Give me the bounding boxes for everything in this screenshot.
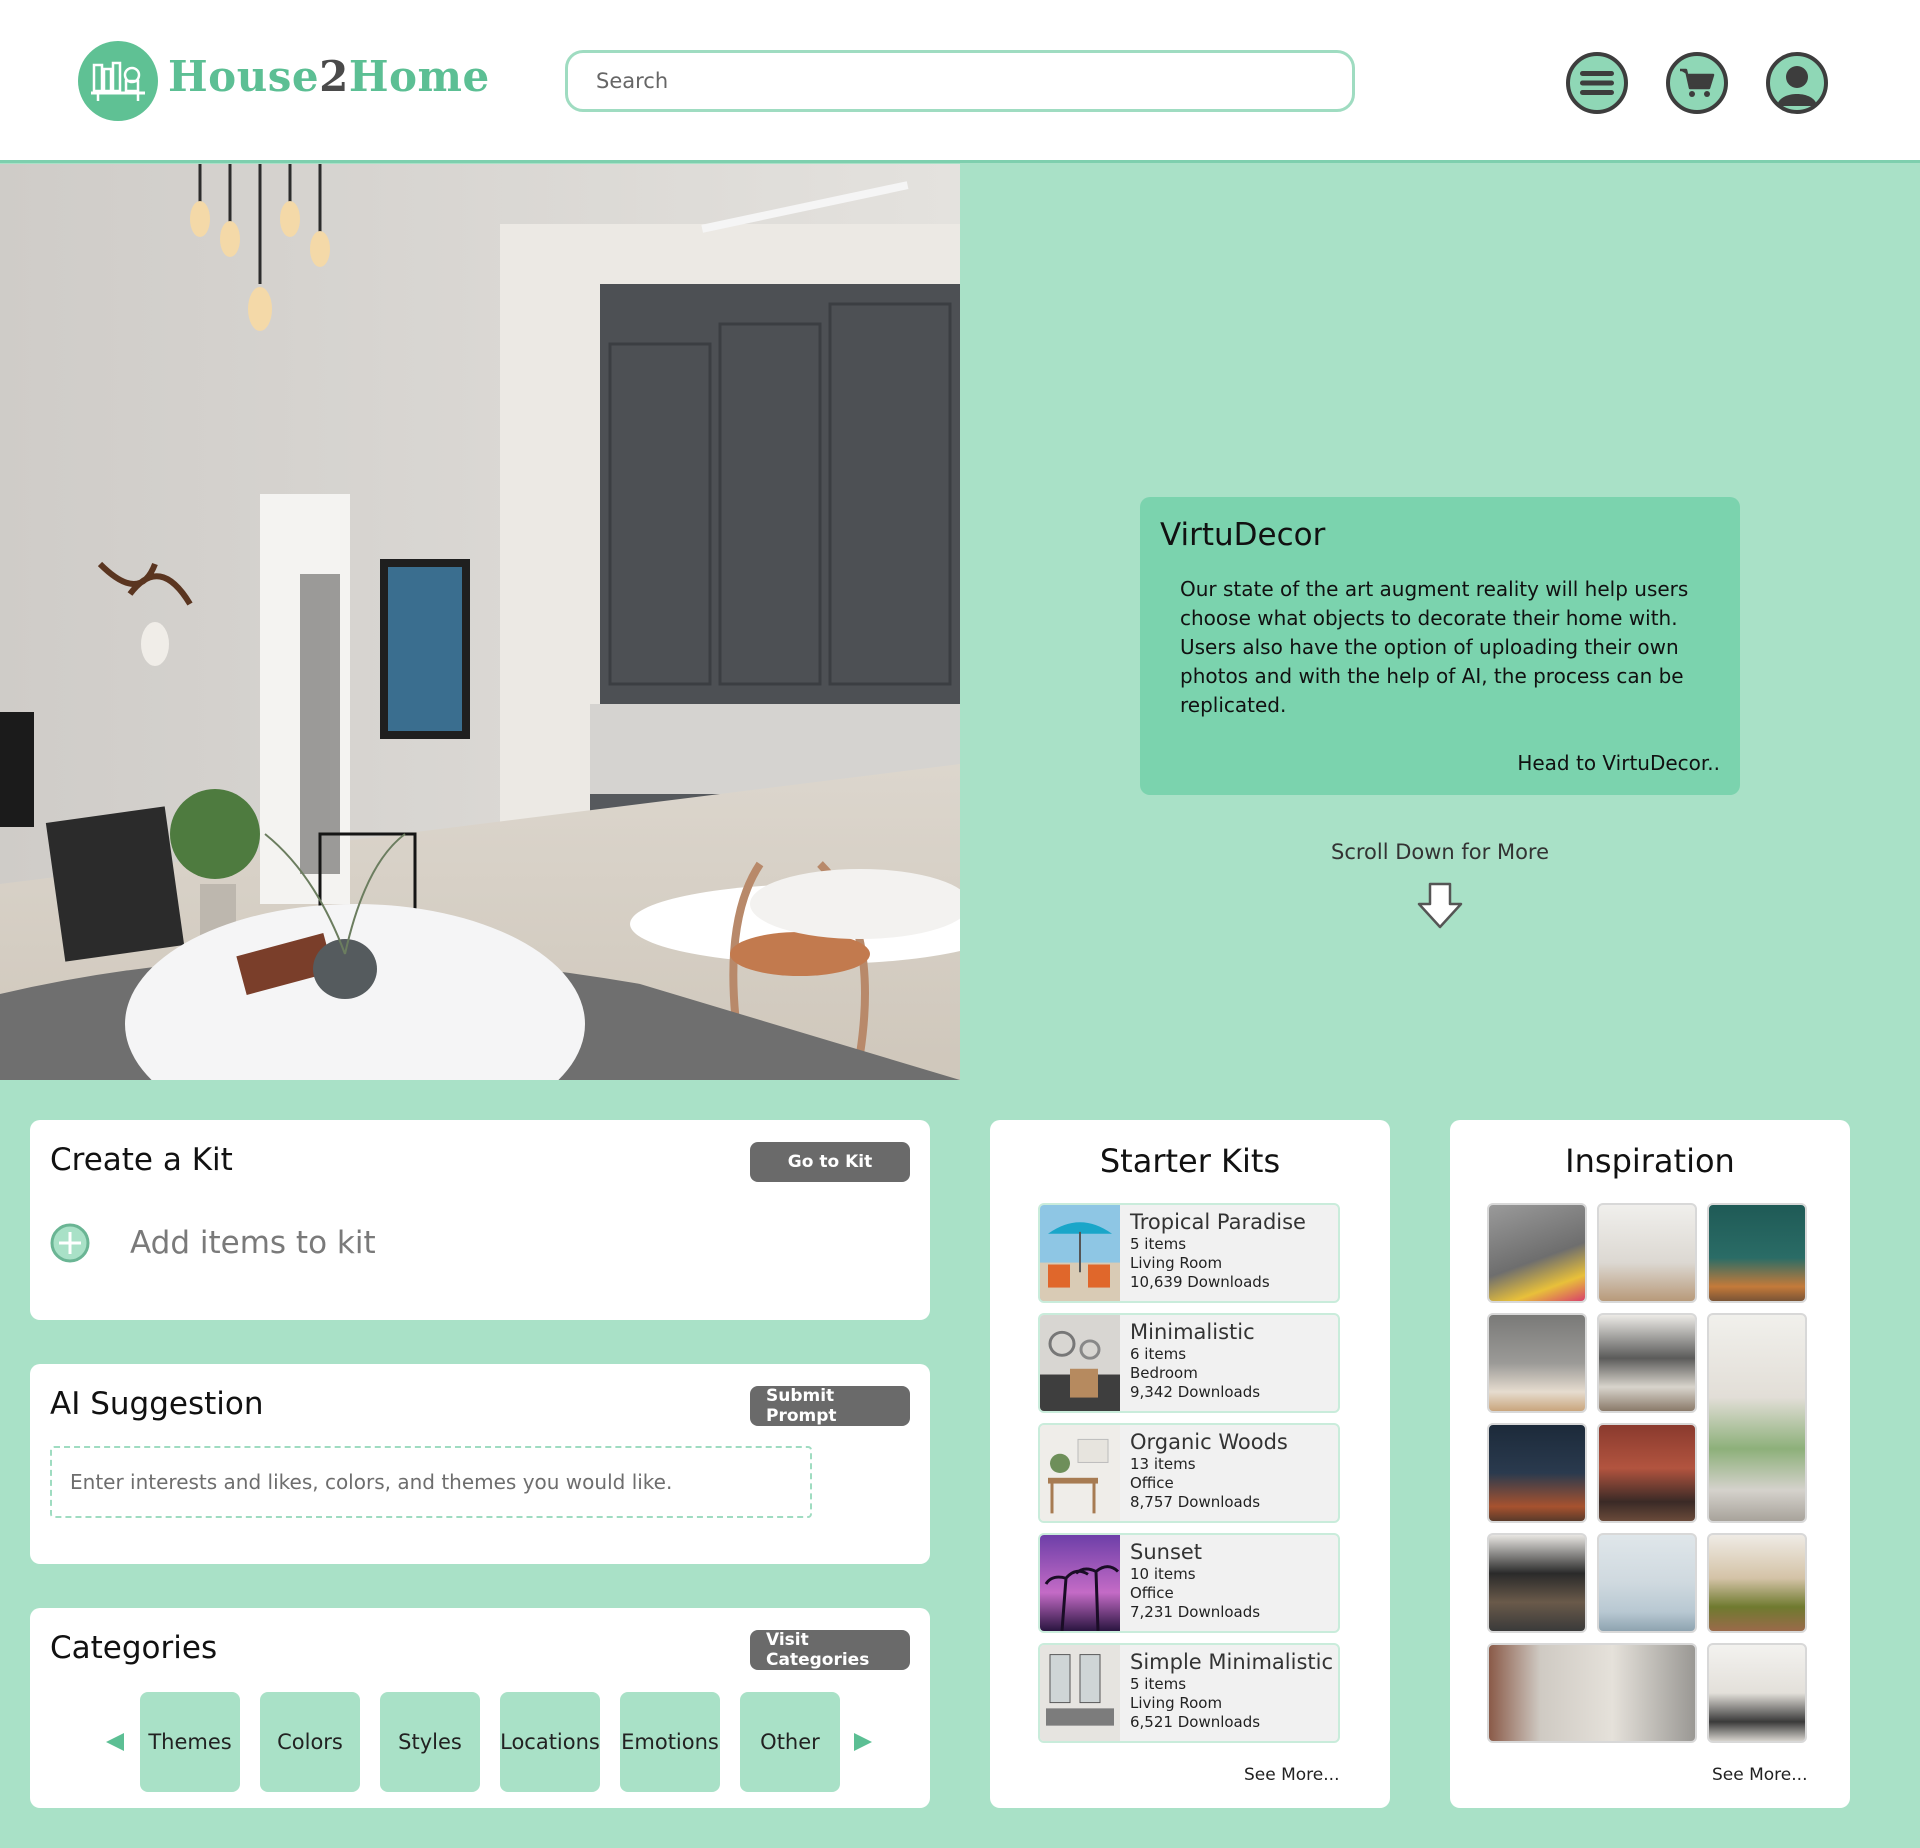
starter-kits-title: Starter Kits [1099,1142,1281,1180]
scroll-hint: Scroll Down for More [1330,840,1550,864]
category-other[interactable]: Other [740,1692,840,1792]
starter-kits-panel: Starter Kits Tropical Paradise 5 items L… [990,1120,1390,1808]
kit-room: Office [1130,1474,1174,1492]
visit-categories-button[interactable]: Visit Categories [750,1630,910,1670]
categories-title: Categories [50,1630,218,1666]
category-colors[interactable]: Colors [260,1692,360,1792]
category-locations[interactable]: Locations [500,1692,600,1792]
inspiration-image[interactable] [1597,1203,1697,1303]
category-emotions[interactable]: Emotions [620,1692,720,1792]
submit-prompt-button[interactable]: Submit Prompt [750,1386,910,1426]
inspiration-image[interactable] [1707,1533,1807,1633]
kit-thumbnail [1040,1315,1120,1411]
kit-room: Bedroom [1130,1364,1198,1382]
kit-card-tropical-paradise[interactable]: Tropical Paradise 5 items Living Room 10… [1038,1203,1340,1303]
add-items-label: Add items to kit [130,1225,376,1261]
create-kit-title: Create a Kit [50,1142,233,1178]
kit-thumbnail [1040,1535,1120,1631]
kit-room: Office [1130,1584,1174,1602]
virtudecor-description: Our state of the art augment reality wil… [1180,577,1689,717]
arrow-right-icon[interactable] [848,1722,878,1762]
inspiration-image[interactable] [1487,1313,1587,1413]
logo-icon[interactable] [78,41,158,121]
account-icon[interactable] [1766,52,1828,114]
inspiration-image[interactable] [1487,1643,1697,1743]
inspiration-see-more-link[interactable]: See More... [1712,1765,1807,1785]
kit-item-count: 13 items [1130,1455,1196,1473]
arrow-down-icon[interactable] [1417,882,1463,934]
kit-thumbnail [1040,1425,1120,1521]
category-carousel: Themes Colors Styles Locations Emotions … [100,1692,878,1792]
inspiration-image[interactable] [1487,1533,1587,1633]
kit-item-count: 5 items [1130,1235,1187,1253]
ai-prompt-input[interactable] [50,1446,812,1518]
add-items-to-kit[interactable]: Add items to kit [50,1223,376,1263]
virtudecor-link[interactable]: Head to VirtuDecor.. [1517,751,1720,775]
inspiration-image[interactable] [1707,1203,1807,1303]
kit-name: Organic Woods [1130,1430,1288,1454]
inspiration-image[interactable] [1597,1533,1697,1633]
kit-item-count: 6 items [1130,1345,1187,1363]
go-to-kit-button[interactable]: Go to Kit [750,1142,910,1182]
inspiration-panel: Inspiration See More... [1450,1120,1850,1808]
kit-name: Tropical Paradise [1130,1210,1306,1234]
category-styles[interactable]: Styles [380,1692,480,1792]
category-themes[interactable]: Themes [140,1692,240,1792]
kit-downloads: 6,521 Downloads [1130,1713,1261,1731]
brand-name[interactable]: House2Home [168,52,490,101]
top-header: House2Home [0,0,1920,163]
inspiration-image[interactable] [1707,1643,1807,1743]
kit-item-count: 5 items [1130,1675,1187,1693]
cart-icon[interactable] [1666,52,1728,114]
kit-item-count: 10 items [1130,1565,1196,1583]
inspiration-title: Inspiration [1565,1142,1735,1180]
kit-thumbnail [1040,1645,1120,1741]
menu-icon[interactable] [1566,52,1628,114]
inspiration-image[interactable] [1487,1203,1587,1303]
search-input[interactable] [565,50,1355,112]
kit-thumbnail [1040,1205,1120,1301]
arrow-left-icon[interactable] [100,1722,130,1762]
kit-card-organic-woods[interactable]: Organic Woods 13 items Office 8,757 Down… [1038,1423,1340,1523]
categories-panel: Categories Visit Categories Themes Color… [30,1608,930,1808]
inspiration-image[interactable] [1707,1313,1807,1523]
kit-card-simple-minimalistic[interactable]: Simple Minimalistic 5 items Living Room … [1038,1643,1340,1743]
inspiration-image[interactable] [1597,1313,1697,1413]
hero-room-image [0,164,960,1080]
starter-kits-see-more-link[interactable]: See More... [1244,1765,1339,1785]
virtudecor-title: VirtuDecor [1160,517,1326,553]
kit-downloads: 8,757 Downloads [1130,1493,1261,1511]
kit-name: Minimalistic [1130,1320,1255,1344]
kit-name: Simple Minimalistic [1130,1650,1334,1674]
kit-room: Living Room [1130,1254,1223,1272]
add-circle-icon[interactable] [50,1223,90,1263]
kit-card-minimalistic[interactable]: Minimalistic 6 items Bedroom 9,342 Downl… [1038,1313,1340,1413]
create-kit-panel: Create a Kit Go to Kit Add items to kit [30,1120,930,1320]
kit-card-sunset[interactable]: Sunset 10 items Office 7,231 Downloads [1038,1533,1340,1633]
inspiration-image[interactable] [1487,1423,1587,1523]
kit-room: Living Room [1130,1694,1223,1712]
inspiration-image[interactable] [1597,1423,1697,1523]
kit-downloads: 7,231 Downloads [1130,1603,1261,1621]
virtudecor-card: VirtuDecor Our state of the art augment … [1140,497,1740,795]
ai-suggestion-title: AI Suggestion [50,1386,264,1422]
kit-name: Sunset [1130,1540,1203,1564]
kit-downloads: 10,639 Downloads [1130,1273,1270,1291]
ai-suggestion-panel: AI Suggestion Submit Prompt [30,1364,930,1564]
kit-downloads: 9,342 Downloads [1130,1383,1261,1401]
